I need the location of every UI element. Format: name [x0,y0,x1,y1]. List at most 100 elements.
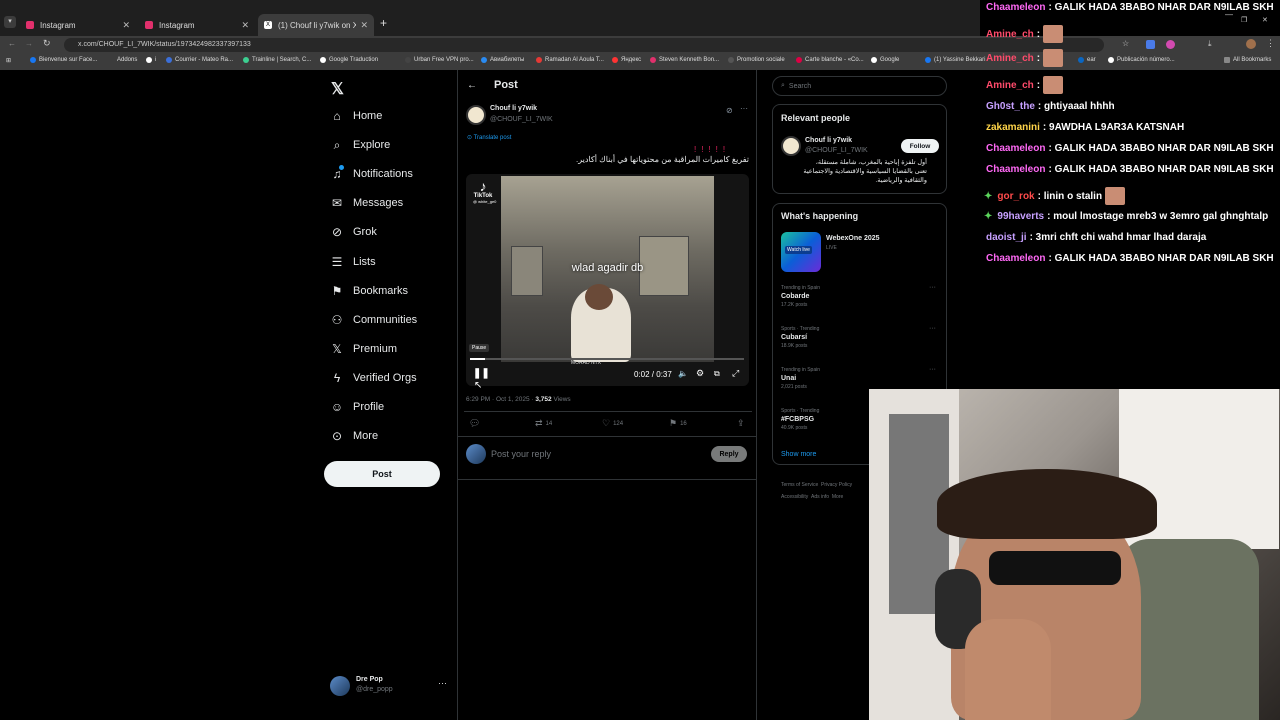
chat-username[interactable]: Amine_ch [986,53,1034,64]
chat-username[interactable]: daoist_ji [986,232,1027,243]
translate-post-link[interactable]: ⊙ Translate post [467,134,511,141]
maximize-icon[interactable]: ❐ [1241,16,1247,24]
trend-item[interactable]: Trending in Spain Unai 2,021 posts [781,367,820,390]
sidebar-item-premium[interactable]: 𝕏 Premium [330,338,397,360]
extension-icon[interactable] [1166,40,1175,49]
sidebar-item-verified-orgs[interactable]: ϟ Verified Orgs [330,367,417,389]
sidebar-item-bookmarks[interactable]: ⚑ Bookmarks [330,280,408,302]
forward-icon[interactable]: → [25,39,33,48]
author-avatar[interactable] [466,105,486,125]
search-input[interactable]: ⌕ Search [772,76,947,96]
person-name[interactable]: Chouf li y7wik [805,137,852,144]
volume-icon[interactable]: 🔈 [678,369,688,378]
chat-username[interactable]: Chaameleon [986,143,1045,154]
person-handle[interactable]: @CHOUF_LI_7WIK [805,147,868,154]
chat-username[interactable]: Gh0st_the [986,101,1035,112]
share-action[interactable]: ⇪ [737,418,748,429]
post-button[interactable]: Post [324,461,440,487]
tab-x-post[interactable]: X (1) Chouf li y7wik on X: " ✕ [258,14,374,36]
bookmark-item[interactable]: Авиабилеты [481,57,524,63]
trend-item[interactable]: Sports · Trending Cubarsí 18.9K posts [781,326,819,349]
chat-username[interactable]: Chaameleon [986,2,1045,13]
extension-icon[interactable] [1146,40,1155,49]
sidebar-item-explore[interactable]: ⌕ Explore [330,134,391,156]
more-icon[interactable]: ··· [929,284,936,291]
chat-username[interactable]: 99haverts [997,211,1044,222]
footer-link[interactable]: Privacy Policy [821,482,852,488]
author-avatar[interactable] [781,136,801,156]
reply-input[interactable]: Post your reply [491,449,691,459]
sidebar-item-messages[interactable]: ✉ Messages [330,192,403,214]
trend-item[interactable]: Trending in Spain Cobarde 17.2K posts [781,285,820,308]
pip-icon[interactable]: ⧉ [714,369,720,379]
show-more-link[interactable]: Show more [781,451,816,458]
chat-username[interactable]: Amine_ch [986,80,1034,91]
close-icon[interactable]: ✕ [360,20,368,31]
like-action[interactable]: ♡ 124 [602,418,623,429]
footer-link[interactable]: Terms of Service [781,482,818,488]
back-arrow-icon[interactable]: ← [467,80,477,91]
follow-button[interactable]: Follow [901,139,939,153]
sidebar-item-grok[interactable]: ⊘ Grok [330,221,377,243]
url-field[interactable]: x.com/CHOUF_LI_7WIK/status/1973424982337… [64,38,1104,52]
bookmark-item[interactable]: Promotion sociale [728,57,785,63]
more-icon[interactable]: ··· [929,325,936,332]
tab-search-button[interactable]: ▾ [4,16,16,28]
x-logo-icon[interactable]: 𝕏 [331,79,344,99]
video-progress-track[interactable] [470,358,744,360]
window-close-icon[interactable]: ✕ [1262,16,1268,24]
bookmark-item[interactable]: Courrier - Mateo Ra... [166,57,233,63]
bookmark-action[interactable]: ⚑ 16 [669,418,687,429]
more-icon[interactable]: ··· [740,104,748,113]
bookmark-item[interactable]: Addons [117,57,137,63]
trend-item[interactable]: Sports · Trending #FCBPSG 40.9K posts [781,408,819,431]
bookmark-item[interactable]: Urban Free VPN pro... [405,57,474,63]
bookmark-item[interactable]: (1) Yassine Bekkari [925,57,985,63]
bookmark-item[interactable]: Carte blanche - «Co... [796,57,864,63]
video-player[interactable]: wlad agadir db MORAD NTX ♪ TikTok @ whit… [466,174,749,386]
chat-username[interactable]: zakamanini [986,122,1040,133]
footer-link[interactable]: Accessibility [781,494,808,500]
bookmark-item[interactable]: Google [871,57,899,63]
fullscreen-icon[interactable]: ⤢ [732,368,739,379]
author-handle[interactable]: @CHOUF_LI_7WIK [490,116,553,123]
apps-icon[interactable]: ⊞ [6,57,11,64]
download-icon[interactable]: ⤓ [1208,39,1212,49]
bookmark-item[interactable]: Bienvenue sur Face... [30,57,97,63]
menu-icon[interactable]: ⋮ [1266,38,1275,49]
grok-icon[interactable]: ⊘ [726,106,733,115]
chat-username[interactable]: Chaameleon [986,164,1045,175]
reload-icon[interactable]: ↻ [43,38,51,49]
sidebar-item-lists[interactable]: ☰ Lists [330,251,376,273]
chat-username[interactable]: Amine_ch [986,29,1034,40]
reply-action[interactable]: 💬︎ [469,418,483,429]
bookmark-item[interactable]: Steven Kenneth Bon... [650,57,719,63]
repost-action[interactable]: ⇄ 14 [535,418,552,429]
new-tab-button[interactable]: + [380,16,387,30]
bookmark-item[interactable]: All Bookmarks [1224,57,1271,63]
chat-username[interactable]: gor_rok [997,191,1034,202]
pause-button[interactable]: ❚❚ [473,368,490,379]
author-name[interactable]: Chouf li y7wik [490,105,537,112]
sidebar-item-profile[interactable]: ☺ Profile [330,396,384,418]
star-icon[interactable]: ☆ [1122,39,1129,48]
close-icon[interactable]: ✕ [241,20,249,31]
footer-link[interactable]: More [832,494,843,500]
more-icon[interactable]: ··· [929,366,936,373]
sidebar-item-communities[interactable]: ⚇ Communities [330,309,418,331]
back-icon[interactable]: ← [8,39,16,48]
tab-instagram-1[interactable]: Instagram ✕ [20,14,136,36]
close-icon[interactable]: ✕ [122,20,130,31]
settings-icon[interactable]: ⚙ [696,368,704,379]
event-name[interactable]: WebexOne 2025 [826,235,880,242]
account-switcher[interactable]: Dre Pop @dre_popp ··· [330,675,454,697]
bookmark-item[interactable]: ear [1078,57,1096,63]
bookmark-item[interactable]: i [146,57,156,63]
bookmark-item[interactable]: Ramadan Al Aoula T... [536,57,604,63]
minimize-icon[interactable]: — [1225,10,1233,19]
reply-button[interactable]: Reply [711,446,747,462]
sidebar-item-more[interactable]: ⊙ More [330,425,378,447]
sidebar-item-notifications[interactable]: ♫ Notifications [330,163,413,185]
event-thumbnail[interactable]: Watch live [781,232,821,272]
sidebar-item-home[interactable]: ⌂ Home [330,105,382,127]
